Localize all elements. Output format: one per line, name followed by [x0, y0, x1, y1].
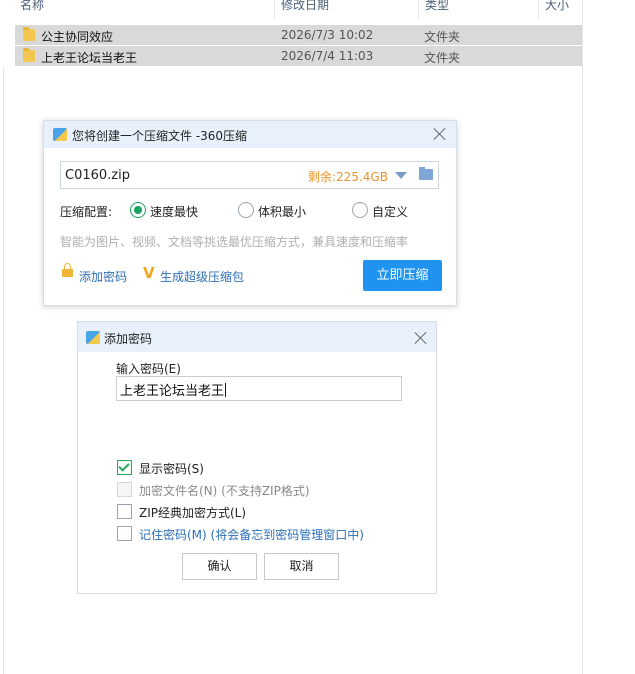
zip-classic-encryption-checkbox[interactable]	[117, 504, 132, 519]
lock-icon	[62, 263, 73, 277]
compress-dialog: 您将创建一个压缩文件 -360压缩 C0160.zip 剩余:225.4GB 压…	[43, 120, 457, 306]
compress-dialog-titlebar[interactable]: 您将创建一个压缩文件 -360压缩	[44, 121, 456, 148]
archive-app-icon	[86, 331, 100, 344]
column-header-size[interactable]: 大小	[545, 0, 569, 18]
password-field[interactable]: 上老王论坛当老王	[116, 376, 402, 401]
v-badge-icon: V	[143, 264, 155, 282]
close-icon[interactable]	[433, 127, 447, 141]
column-divider[interactable]	[538, 0, 539, 18]
file-date: 2026/7/3 10:02	[281, 28, 374, 42]
radio-label-custom[interactable]: 自定义	[372, 203, 408, 220]
encrypt-filenames-checkbox	[117, 482, 132, 497]
free-space-label: 剩余:225.4GB	[308, 170, 388, 184]
file-row[interactable]: 上老王论坛当老王 2026/7/4 11:03 文件夹	[15, 46, 582, 66]
remember-password-label[interactable]: 记住密码(M) (将会备忘到密码管理窗口中)	[139, 526, 364, 543]
show-password-label[interactable]: 显示密码(S)	[139, 460, 204, 477]
remember-password-checkbox[interactable]	[117, 526, 132, 541]
column-header-name[interactable]: 名称	[20, 0, 44, 18]
show-password-checkbox[interactable]	[117, 460, 132, 475]
super-pack-link[interactable]: 生成超级压缩包	[160, 268, 244, 285]
file-row[interactable]: 公主协同效应 2026/7/3 10:02 文件夹	[15, 25, 582, 45]
close-icon[interactable]	[414, 331, 428, 345]
text-caret	[225, 383, 227, 397]
file-date: 2026/7/4 11:03	[281, 49, 374, 63]
chevron-down-icon[interactable]	[395, 172, 407, 179]
password-dialog-title: 添加密码	[104, 332, 153, 346]
archive-filename[interactable]: C0160.zip	[65, 168, 130, 183]
compress-config-label: 压缩配置:	[60, 205, 113, 219]
file-type: 文件夹	[424, 51, 461, 65]
password-input-label: 输入密码(E)	[116, 362, 181, 376]
password-dialog: 添加密码 输入密码(E) 上老王论坛当老王 显示密码(S) 加密文件名(N) (…	[77, 321, 437, 594]
password-text: 上老王论坛当老王	[120, 384, 225, 399]
encrypt-filenames-label: 加密文件名(N) (不支持ZIP格式)	[139, 484, 310, 498]
column-header-date[interactable]: 修改日期	[281, 0, 329, 18]
radio-label-fastest[interactable]: 速度最快	[150, 203, 198, 220]
archive-path-field[interactable]: C0160.zip 剩余:225.4GB	[60, 161, 439, 189]
compress-now-button[interactable]: 立即压缩	[363, 260, 442, 291]
radio-fastest[interactable]	[130, 202, 146, 218]
radio-label-smallest[interactable]: 体积最小	[258, 203, 306, 220]
password-value[interactable]: 上老王论坛当老王	[120, 380, 227, 399]
file-name: 上老王论坛当老王	[41, 51, 138, 65]
explorer-border	[3, 68, 4, 674]
column-divider[interactable]	[418, 0, 419, 18]
browse-folder-icon[interactable]	[419, 167, 433, 180]
radio-custom[interactable]	[352, 202, 368, 218]
cancel-button[interactable]: 取消	[264, 553, 339, 580]
file-type: 文件夹	[424, 30, 461, 44]
folder-icon	[23, 48, 35, 62]
column-divider[interactable]	[274, 0, 275, 18]
add-password-link[interactable]: 添加密码	[79, 268, 127, 285]
password-dialog-titlebar[interactable]: 添加密码	[78, 322, 436, 352]
folder-icon	[23, 27, 35, 41]
file-name: 公主协同效应	[41, 30, 114, 44]
archive-app-icon	[53, 128, 67, 141]
radio-smallest[interactable]	[238, 202, 254, 218]
confirm-button[interactable]: 确认	[182, 553, 257, 580]
compress-dialog-title: 您将创建一个压缩文件 -360压缩	[72, 129, 248, 143]
column-header-type[interactable]: 类型	[425, 0, 449, 18]
compress-hint-text: 智能为图片、视频、文档等挑选最优压缩方式，兼具速度和压缩率	[60, 235, 409, 249]
zip-classic-encryption-label[interactable]: ZIP经典加密方式(L)	[139, 504, 246, 521]
